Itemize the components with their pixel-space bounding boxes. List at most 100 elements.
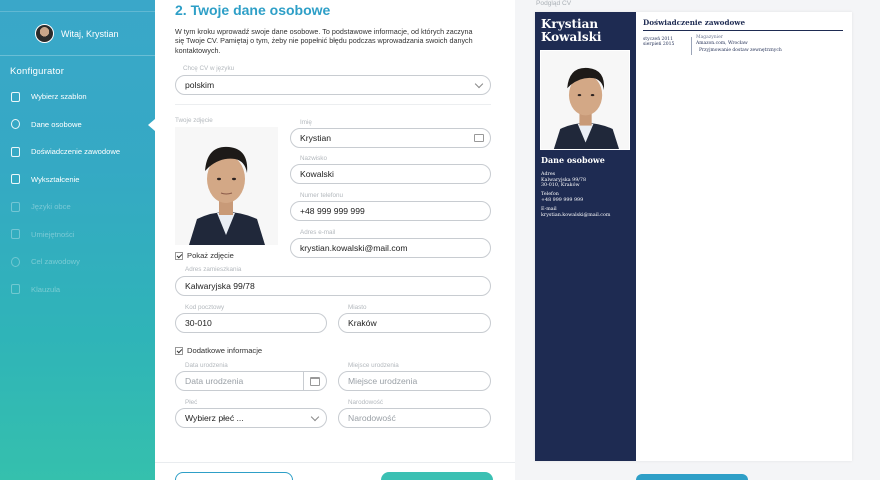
birth-place-field[interactable]: Miejsce urodzenia xyxy=(338,371,491,391)
avatar xyxy=(35,24,54,43)
address-label: Adres zamieszkania xyxy=(185,266,242,273)
cv-exp-position: Magazynier xyxy=(696,35,723,40)
nav-item-label: Dane osobowe xyxy=(31,119,82,129)
cv-email-value: krystian.kowalski@mail.com xyxy=(541,213,611,218)
user-greeting: Witaj, Krystian xyxy=(61,28,119,39)
nav-item-label: Wykształcenie xyxy=(31,174,80,184)
page-title: 2. Twoje dane osobowe xyxy=(175,2,331,18)
nav-item-label: Doświadczenie zawodowe xyxy=(31,147,121,157)
divider xyxy=(175,104,491,105)
configurator-title: Konfigurator xyxy=(10,66,65,77)
first-name-field[interactable]: Krystian xyxy=(290,128,491,148)
birth-place-placeholder: Miejsce urodzenia xyxy=(348,376,418,386)
sidebar-logo-area xyxy=(0,0,155,12)
gender-label: Płeć xyxy=(185,399,198,406)
birth-date-label: Data urodzenia xyxy=(185,362,228,369)
language-select[interactable]: polskim xyxy=(175,75,491,95)
gender-select-value: Wybierz płeć ... xyxy=(185,413,244,423)
user-menu[interactable]: Witaj, Krystian xyxy=(0,12,155,56)
phone-field[interactable]: +48 999 999 999 xyxy=(290,201,491,221)
configurator-nav: Wybierz szablon Dane osobowe Doświadczen… xyxy=(0,83,155,303)
briefcase-icon xyxy=(11,146,20,157)
additional-info-checkbox[interactable]: Dodatkowe informacje xyxy=(175,346,262,355)
nav-item-clause: Klauzula xyxy=(0,276,155,304)
address-field[interactable]: Kalwaryjska 99/78 xyxy=(175,276,491,296)
last-name-field[interactable]: Kowalski xyxy=(290,164,491,184)
cv-preview: Krystian Kowalski Dane osobowe Adres Kal… xyxy=(535,12,852,461)
postal-code-field[interactable]: 30-010 xyxy=(175,313,327,333)
portrait-image xyxy=(541,51,629,149)
email-label: Adres e-mail xyxy=(300,229,336,236)
phone-label: Numer telefonu xyxy=(300,192,344,199)
cv-main: Doświadczenie zawodowe styczeń 2011 sier… xyxy=(636,12,852,461)
target-icon xyxy=(11,256,20,267)
portrait-image xyxy=(175,127,278,245)
checkbox-checked-icon xyxy=(175,346,183,355)
nationality-placeholder: Narodowość xyxy=(348,413,396,423)
calendar-icon[interactable] xyxy=(310,377,320,386)
photo-label: Twoje zdjęcie xyxy=(175,117,213,124)
nav-item-label: Umiejętności xyxy=(31,229,75,239)
language-label: Chcę CV w języku xyxy=(183,65,235,72)
city-field[interactable]: Kraków xyxy=(338,313,491,333)
birth-date-placeholder: Data urodzenia xyxy=(185,376,244,386)
cv-phone-value: +48 999 999 999 xyxy=(541,198,584,203)
field-separator xyxy=(303,372,304,390)
next-button[interactable] xyxy=(381,472,493,480)
cv-heading-rule xyxy=(643,30,843,31)
nav-item-label: Wybierz szablon xyxy=(31,92,87,102)
nav-item-label: Języki obce xyxy=(31,202,71,212)
show-photo-label: Pokaż zdjęcie xyxy=(187,251,234,260)
nav-item-skills: Umiejętności xyxy=(0,221,155,249)
gender-select[interactable]: Wybierz płeć ... xyxy=(175,408,327,428)
language-icon xyxy=(11,201,20,212)
postal-code-label: Kod pocztowy xyxy=(185,304,225,311)
show-photo-checkbox[interactable]: Pokaż zdjęcie xyxy=(175,251,234,260)
nav-item-experience[interactable]: Doświadczenie zawodowe xyxy=(0,138,155,166)
profile-photo[interactable] xyxy=(175,127,278,245)
nav-item-label: Cel zawodowy xyxy=(31,257,80,267)
nav-item-education[interactable]: Wykształcenie xyxy=(0,166,155,194)
skills-icon xyxy=(11,229,20,240)
last-name-label: Nazwisko xyxy=(300,155,327,162)
download-cv-button[interactable] xyxy=(636,474,748,480)
nationality-field[interactable]: Narodowość xyxy=(338,408,491,428)
checkbox-checked-icon xyxy=(175,251,183,260)
first-name-label: Imię xyxy=(300,119,312,126)
city-value: Kraków xyxy=(348,318,377,328)
language-select-value: polskim xyxy=(185,80,215,90)
nav-item-label: Klauzula xyxy=(31,284,61,294)
nav-item-languages: Języki obce xyxy=(0,193,155,221)
nav-item-personal-data[interactable]: Dane osobowe xyxy=(0,111,155,139)
cv-personal-heading: Dane osobowe xyxy=(541,155,605,165)
email-field[interactable]: krystian.kowalski@mail.com xyxy=(290,238,491,258)
birth-date-field[interactable]: Data urodzenia xyxy=(175,371,327,391)
nav-item-goal: Cel zawodowy xyxy=(0,248,155,276)
contact-card-icon xyxy=(474,134,484,142)
nav-item-template[interactable]: Wybierz szablon xyxy=(0,83,155,111)
personal-data-form: 2. Twoje dane osobowe W tym kroku wprowa… xyxy=(155,0,515,480)
chevron-down-icon xyxy=(474,79,484,89)
cv-address-line2: 30-010, Kraków xyxy=(541,183,580,188)
cv-sidebar: Krystian Kowalski Dane osobowe Adres Kal… xyxy=(535,12,636,461)
cv-exp-company: Amazon.com, Wrocław xyxy=(696,41,748,46)
cv-exp-task: Przyjmowanie dostaw zewnętrznych xyxy=(699,48,782,53)
cv-address-label: Adres xyxy=(541,172,556,177)
chevron-down-icon xyxy=(310,412,320,422)
birth-place-label: Miejsce urodzenia xyxy=(348,362,399,369)
education-icon xyxy=(11,174,20,185)
cv-name: Krystian Kowalski xyxy=(541,18,601,44)
template-icon xyxy=(11,91,20,102)
cv-timeline-line xyxy=(691,37,692,55)
email-value: krystian.kowalski@mail.com xyxy=(300,243,408,253)
preview-label: Podgląd CV xyxy=(536,0,572,7)
back-button[interactable] xyxy=(175,472,293,480)
cv-last-name: Kowalski xyxy=(541,30,602,44)
address-value: Kalwaryjska 99/78 xyxy=(185,281,255,291)
first-name-value: Krystian xyxy=(300,133,332,143)
postal-code-value: 30-010 xyxy=(185,318,212,328)
form-intro: W tym kroku wprowadź swoje dane osobowe.… xyxy=(175,27,473,55)
last-name-value: Kowalski xyxy=(300,169,334,179)
city-label: Miasto xyxy=(348,304,367,311)
cv-email-label: E-mail xyxy=(541,207,557,212)
